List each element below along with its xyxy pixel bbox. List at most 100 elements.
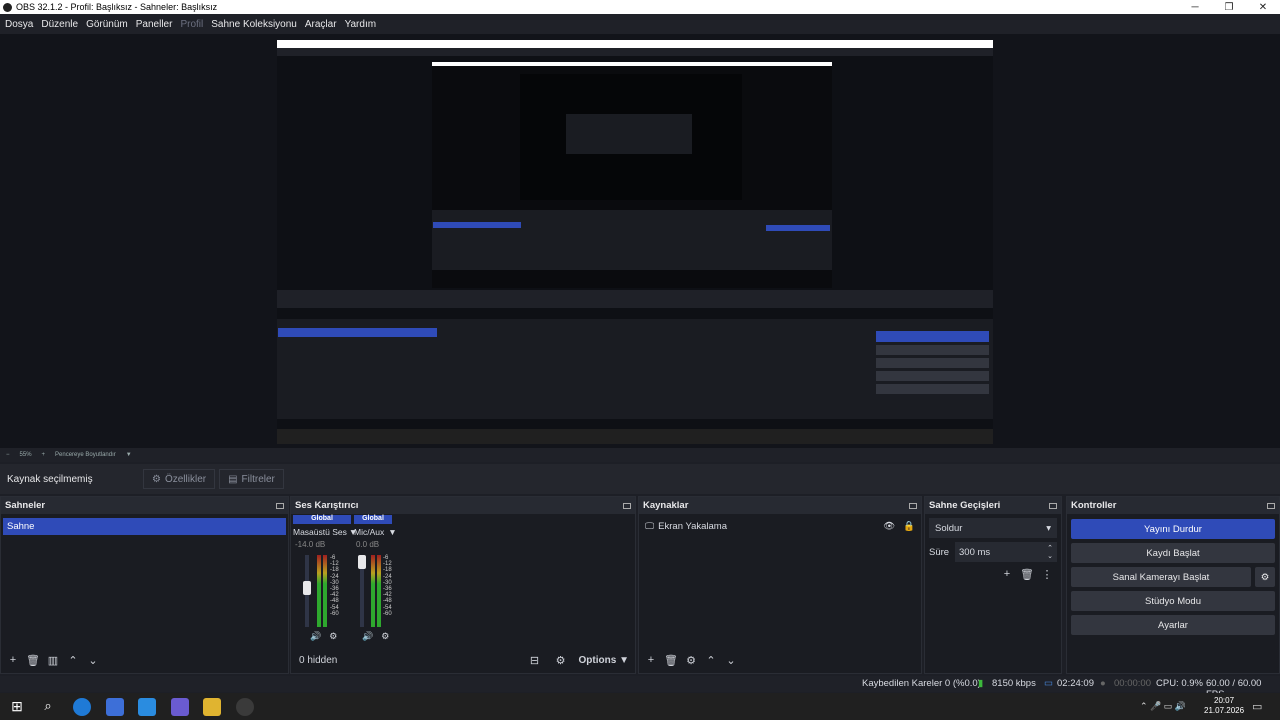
dock-float-icon[interactable]	[276, 502, 284, 509]
transitions-dock: Sahne Geçişleri Soldur ▾ Süre 300 ms ⌃ ⌄ + …	[924, 496, 1062, 674]
mixer-channel-mic: Global Mic/Aux ▼ 0.0 dB -6 -12 -18 -24 -30 -36…	[354, 515, 414, 641]
add-icon[interactable]: +	[643, 652, 659, 668]
hidden-count: 0 hidden	[299, 654, 338, 666]
menu-araclar[interactable]: Araçlar	[305, 19, 337, 30]
record-time: 00:00:00	[1114, 678, 1151, 689]
zoom-out-button[interactable]: −	[6, 452, 10, 458]
teams-icon[interactable]	[171, 698, 189, 716]
settings-button[interactable]: Ayarlar	[1071, 615, 1275, 635]
add-icon[interactable]: +	[999, 566, 1015, 582]
close-icon[interactable]: ✕	[1246, 2, 1280, 13]
dock-float-icon[interactable]	[909, 502, 917, 509]
add-icon[interactable]: +	[5, 652, 21, 668]
title-bar: OBS 32.1.2 - Profil: Başlıksız - Sahnele…	[0, 0, 1280, 14]
scenes-dock: Sahneler Sahne + 🗑 ▥ ⌃ ⌄	[0, 496, 289, 674]
spin-arrows-icon[interactable]: ⌃ ⌄	[1047, 544, 1053, 560]
gear-icon[interactable]: ⚙	[1255, 567, 1275, 587]
more-icon[interactable]: ⋮	[1039, 566, 1055, 582]
file-explorer-icon[interactable]	[203, 698, 221, 716]
minimize-icon[interactable]: ─	[1178, 2, 1212, 13]
menu-dosya[interactable]: Dosya	[5, 19, 33, 30]
clock[interactable]: 20:07 21.07.2026	[1204, 696, 1244, 716]
source-item[interactable]: 🖵 Ekran Yakalama 👁 🔒	[645, 518, 915, 534]
signal-icon: ▮	[978, 678, 984, 689]
notification-icon[interactable]: ▭	[1252, 700, 1262, 713]
menu-yardim[interactable]: Yardım	[345, 19, 377, 30]
obs-taskbar-icon[interactable]	[236, 698, 254, 716]
move-down-icon[interactable]: ⌄	[85, 652, 101, 668]
zoom-in-button[interactable]: +	[42, 452, 46, 458]
controls-title: Kontroller	[1071, 500, 1117, 511]
mail-icon[interactable]	[138, 698, 156, 716]
start-virtual-camera-button[interactable]: Sanal Kamerayı Başlat	[1071, 567, 1251, 587]
restore-icon[interactable]: ❐	[1212, 2, 1246, 13]
filters-label: Filtreler	[241, 473, 275, 485]
speaker-icon[interactable]: 🔊	[310, 631, 321, 642]
layout-icon[interactable]: ⊟	[527, 652, 543, 668]
channel-db: 0.0 dB	[356, 540, 380, 549]
studio-mode-button[interactable]: Stüdyo Modu	[1071, 591, 1275, 611]
windows-start-icon[interactable]: ⊞	[8, 698, 26, 716]
dock-float-icon[interactable]	[1049, 502, 1057, 509]
trash-icon[interactable]: 🗑	[663, 652, 679, 668]
move-up-icon[interactable]: ⌃	[65, 652, 81, 668]
duration-spinbox[interactable]: 300 ms ⌃ ⌄	[955, 542, 1057, 562]
level-meter-left	[371, 555, 375, 627]
filter-icon: ▤	[228, 473, 238, 485]
lock-icon[interactable]: 🔒	[903, 521, 915, 532]
eye-icon[interactable]: 👁	[883, 521, 895, 532]
monitor-icon: 🖵	[645, 520, 655, 532]
zoom-dropdown-icon[interactable]: ▼	[126, 452, 132, 458]
move-down-icon[interactable]: ⌄	[723, 652, 739, 668]
duration-label: Süre	[929, 546, 950, 558]
dropped-frames: Kaybedilen Kareler 0 (%0.0)	[862, 678, 981, 689]
volume-slider-handle[interactable]	[303, 581, 311, 595]
options-button[interactable]: Options ▼	[579, 655, 629, 666]
menu-sahne-koleksiyonu[interactable]: Sahne Koleksiyonu	[211, 19, 297, 30]
stream-icon: ▭	[1044, 678, 1053, 689]
advanced-audio-icon[interactable]: ⚙	[553, 652, 569, 668]
store-icon[interactable]	[106, 698, 124, 716]
clock-time: 20:07	[1214, 696, 1235, 705]
menu-paneller[interactable]: Paneller	[136, 19, 173, 30]
clock-date: 21.07.2026	[1204, 706, 1245, 715]
gear-icon[interactable]: ⚙	[683, 652, 699, 668]
zoom-bar: − 55% + Pencereye Boyutlandır ▼	[0, 448, 1280, 462]
start-recording-button[interactable]: Kaydı Başlat	[1071, 543, 1275, 563]
dock-float-icon[interactable]	[623, 502, 631, 509]
zoom-mode[interactable]: Pencereye Boyutlandır	[55, 452, 116, 458]
search-icon[interactable]: ⌕	[39, 698, 57, 716]
filters-button[interactable]: ▤ Filtreler	[219, 469, 284, 489]
tray-icons[interactable]: ⌃ 🎤 ▭ 🔊	[1140, 701, 1186, 712]
edge-icon[interactable]	[73, 698, 91, 716]
stream-time: 02:24:09	[1057, 678, 1094, 689]
menu-gorunum[interactable]: Görünüm	[86, 19, 128, 30]
controls-dock: Kontroller Yayını Durdur Kaydı Başlat Sa…	[1066, 496, 1280, 674]
channel-menu-icon[interactable]: ▼	[388, 527, 396, 537]
volume-slider-handle[interactable]	[358, 555, 366, 569]
obs-logo-icon	[3, 2, 12, 12]
channel-settings-icon[interactable]: ⚙	[329, 631, 337, 642]
trash-icon[interactable]: 🗑	[25, 652, 41, 668]
dock-float-icon[interactable]	[1267, 502, 1275, 509]
gear-icon: ⚙	[152, 473, 161, 485]
channel-settings-icon[interactable]: ⚙	[381, 631, 389, 642]
preview-canvas[interactable]	[0, 34, 1280, 448]
move-up-icon[interactable]: ⌃	[703, 652, 719, 668]
speaker-icon[interactable]: 🔊	[362, 631, 373, 642]
audio-mixer-dock: Ses Karıştırıcı Global Masaüstü Ses ▼ -14…	[290, 496, 636, 674]
stop-streaming-button[interactable]: Yayını Durdur	[1071, 519, 1275, 539]
level-meter-left	[317, 555, 321, 627]
menu-duzenle[interactable]: Düzenle	[41, 19, 78, 30]
trash-icon[interactable]: 🗑	[1019, 566, 1035, 582]
chevron-down-icon: ▾	[1046, 522, 1051, 534]
menu-profil[interactable]: Profil	[180, 19, 203, 30]
scene-item[interactable]: Sahne	[3, 518, 286, 535]
transitions-title: Sahne Geçişleri	[929, 500, 1001, 511]
filter-icon[interactable]: ▥	[45, 652, 61, 668]
properties-label: Özellikler	[164, 473, 207, 485]
properties-button[interactable]: ⚙ Özellikler	[143, 469, 216, 489]
recursive-preview-image	[277, 40, 993, 444]
channel-tag: Global	[293, 515, 351, 524]
transition-select[interactable]: Soldur ▾	[929, 518, 1057, 538]
